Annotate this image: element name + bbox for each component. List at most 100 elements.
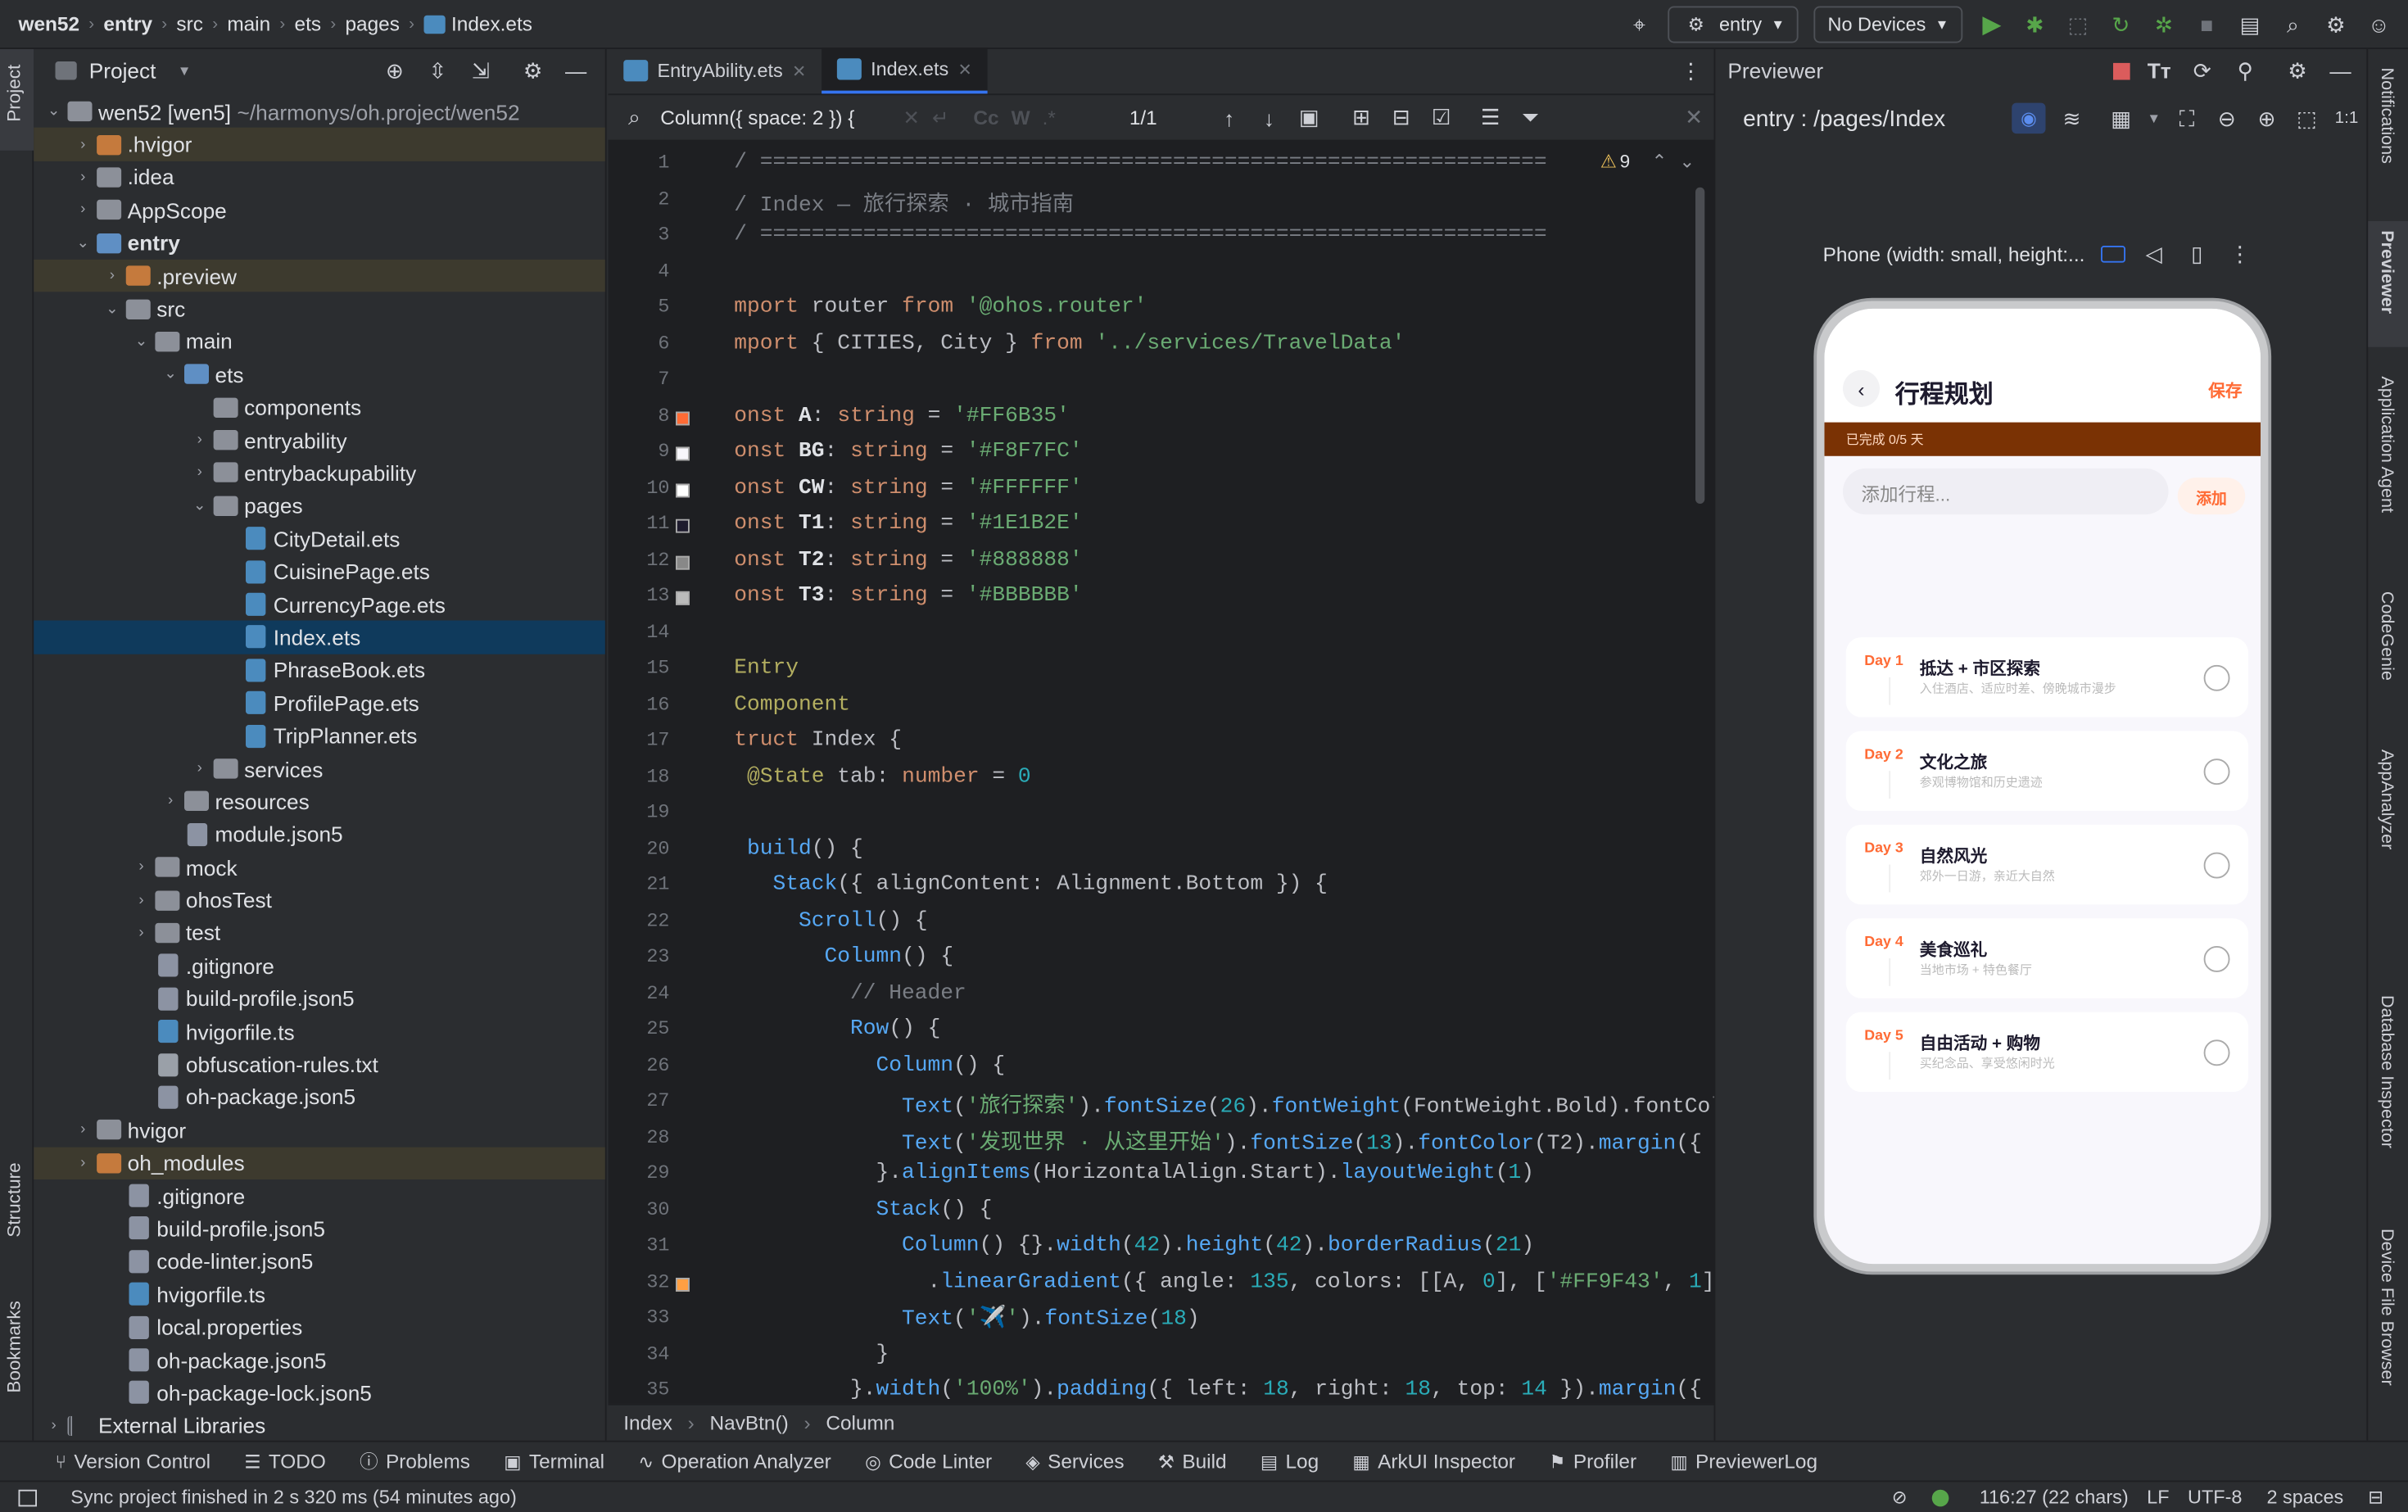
device-manager-icon[interactable]: ▤	[2236, 11, 2264, 38]
panel-toggle-icon[interactable]	[18, 1488, 37, 1506]
status-message[interactable]: Sync project finished in 2 s 320 ms (54 …	[70, 1487, 517, 1508]
add-button[interactable]: 添加	[2177, 478, 2246, 515]
tree-item[interactable]: › AppScope	[34, 194, 605, 227]
chevron-up-icon[interactable]: ⌃	[1651, 151, 1667, 172]
tool-tab-version-control[interactable]: ⑂ Version Control	[56, 1450, 211, 1473]
gear-icon[interactable]: ⚙	[2284, 57, 2311, 84]
collapse-all-icon[interactable]: ⇲	[467, 57, 495, 84]
close-icon[interactable]: ✕	[957, 59, 971, 79]
gear-icon[interactable]: ⚙	[519, 57, 547, 84]
multiline-icon[interactable]: ☰	[1477, 104, 1505, 132]
refresh-icon[interactable]: ⟳	[2188, 57, 2216, 84]
crumb-project[interactable]: wen52	[19, 12, 80, 35]
project-title[interactable]: Project	[89, 58, 156, 83]
close-icon[interactable]: ✕	[1680, 104, 1708, 132]
tree-item[interactable]: obfuscation-rules.txt	[34, 1048, 605, 1080]
tree-item[interactable]: › services	[34, 752, 605, 785]
day-card[interactable]: Day 4 美食巡礼 当地市场 + 特色餐厅	[1845, 918, 2248, 998]
filter-icon[interactable]: ⏷	[1516, 104, 1544, 132]
tab-application-agent[interactable]: Application Agent	[2378, 376, 2397, 513]
tree-item[interactable]: › .hvigor	[34, 128, 605, 161]
tab-project[interactable]: Project	[3, 65, 25, 122]
search-icon[interactable]: ⌕	[2279, 11, 2307, 38]
tab-previewer[interactable]: Previewer	[2378, 230, 2397, 314]
tab-notifications[interactable]: Notifications	[2378, 68, 2397, 164]
run-config-select[interactable]: ⚙ entry ▼	[1668, 6, 1799, 43]
chevron-right-icon[interactable]: ›	[189, 760, 210, 777]
tree-item[interactable]: › hvigor	[34, 1114, 605, 1147]
more-vertical-icon[interactable]: ⋮	[2226, 240, 2254, 268]
tree-item[interactable]: ⌄ ets	[34, 358, 605, 391]
tool-tab-arkui-inspector[interactable]: ▦ ArkUI Inspector	[1352, 1450, 1515, 1473]
more-vertical-icon[interactable]: ⋮	[1677, 57, 1705, 85]
crumb-ets[interactable]: ets	[295, 12, 322, 35]
apply-changes-icon[interactable]: ↻	[2107, 11, 2135, 38]
tree-item[interactable]: › resources	[34, 785, 605, 818]
tree-item[interactable]: › entryability	[34, 423, 605, 456]
add-occurrence-icon[interactable]: ⊞	[1347, 104, 1375, 132]
chevron-right-icon[interactable]: ›	[102, 268, 123, 285]
color-swatch-icon[interactable]	[676, 482, 690, 497]
tree-item[interactable]: ⌄ pages	[34, 490, 605, 523]
tree-item[interactable]: › test	[34, 917, 605, 949]
color-swatch-icon[interactable]	[676, 591, 690, 605]
tree-item[interactable]: module.json5	[34, 818, 605, 851]
tree-item[interactable]: TripPlanner.ets	[34, 719, 605, 752]
ok-status-icon[interactable]	[1931, 1488, 1949, 1506]
device-select[interactable]: No Devices ▼	[1813, 6, 1963, 43]
tree-item[interactable]: .gitignore	[34, 1179, 605, 1212]
tree-item[interactable]: Index.ets	[34, 620, 605, 654]
screenshot-icon[interactable]: ⬚	[2293, 105, 2320, 133]
tree-item[interactable]: CurrencyPage.ets	[34, 588, 605, 621]
caret-position[interactable]: 116:27 (22 chars)	[1980, 1487, 2129, 1508]
tree-item[interactable]: .gitignore	[34, 949, 605, 982]
actual-size-icon[interactable]: 1:1	[2333, 105, 2360, 133]
gear-icon[interactable]: ⚙	[2322, 11, 2350, 38]
multi-device-icon[interactable]: ▦	[2107, 105, 2135, 133]
phone-screen[interactable]: ‹ 行程规划 保存 已完成 0/5 天 添加行程... 添加 Day 1 抵达 +…	[1824, 308, 2261, 1265]
fit-icon[interactable]: ⛶	[2173, 105, 2201, 133]
code-crumb-component[interactable]: Column	[826, 1411, 894, 1434]
chevron-right-icon[interactable]: ›	[189, 464, 210, 482]
tree-item[interactable]: › External Libraries	[34, 1410, 605, 1442]
tool-tab-log[interactable]: ▤ Log	[1261, 1450, 1319, 1473]
editor-scrollbar[interactable]	[1695, 187, 1705, 504]
newline-icon[interactable]: ↵	[932, 105, 948, 129]
crumb-file[interactable]: Index.ets	[451, 12, 532, 35]
chevron-right-icon[interactable]: ›	[72, 1121, 93, 1139]
day-card[interactable]: Day 5 自由活动 + 购物 买纪念品、享受悠闲时光	[1845, 1012, 2248, 1093]
tool-tab-build[interactable]: ⚒ Build	[1158, 1450, 1227, 1473]
code-crumb-function[interactable]: NavBtn()	[710, 1411, 789, 1434]
remove-occurrence-icon[interactable]: ⊟	[1387, 104, 1415, 132]
tree-item[interactable]: build-profile.json5	[34, 982, 605, 1015]
day-checkbox[interactable]	[2203, 852, 2230, 879]
day-checkbox[interactable]	[2203, 946, 2230, 972]
tree-item[interactable]: code-linter.json5	[34, 1245, 605, 1278]
day-checkbox[interactable]	[2203, 664, 2230, 691]
line-separator[interactable]: LF	[2147, 1487, 2169, 1508]
tree-item[interactable]: ProfilePage.ets	[34, 686, 605, 719]
tree-item[interactable]: › entrybackupability	[34, 456, 605, 489]
find-input[interactable]: Column({ space: 2 }) {	[660, 106, 890, 129]
tool-tab-todo[interactable]: ☰ TODO	[244, 1450, 326, 1473]
tool-tab-problems[interactable]: ⓘ Problems	[360, 1448, 470, 1474]
tree-item[interactable]: CuisinePage.ets	[34, 555, 605, 588]
day-checkbox[interactable]	[2203, 1039, 2230, 1066]
tree-item[interactable]: › oh_modules	[34, 1146, 605, 1179]
chevron-down-icon[interactable]: ⌄	[130, 333, 152, 351]
chevron-right-icon[interactable]: ›	[43, 1417, 65, 1434]
font-size-icon[interactable]: Tт	[2145, 57, 2173, 84]
chevron-down-icon[interactable]: ▼	[2147, 111, 2161, 126]
tree-item[interactable]: oh-package.json5	[34, 1080, 605, 1113]
tab-device-file-browser[interactable]: Device File Browser	[2378, 1229, 2397, 1386]
hide-icon[interactable]: —	[562, 57, 590, 84]
chevron-down-icon[interactable]: ▼	[178, 63, 192, 79]
expand-all-icon[interactable]: ⇳	[424, 57, 452, 84]
day-checkbox[interactable]	[2203, 758, 2230, 785]
tree-item[interactable]: › ohosTest	[34, 884, 605, 917]
tree-item[interactable]: CityDetail.ets	[34, 523, 605, 555]
chevron-right-icon[interactable]: ›	[189, 432, 210, 449]
tree-item[interactable]: components	[34, 391, 605, 423]
crumb-pages[interactable]: pages	[345, 12, 399, 35]
save-button[interactable]: 保存	[2208, 378, 2242, 402]
